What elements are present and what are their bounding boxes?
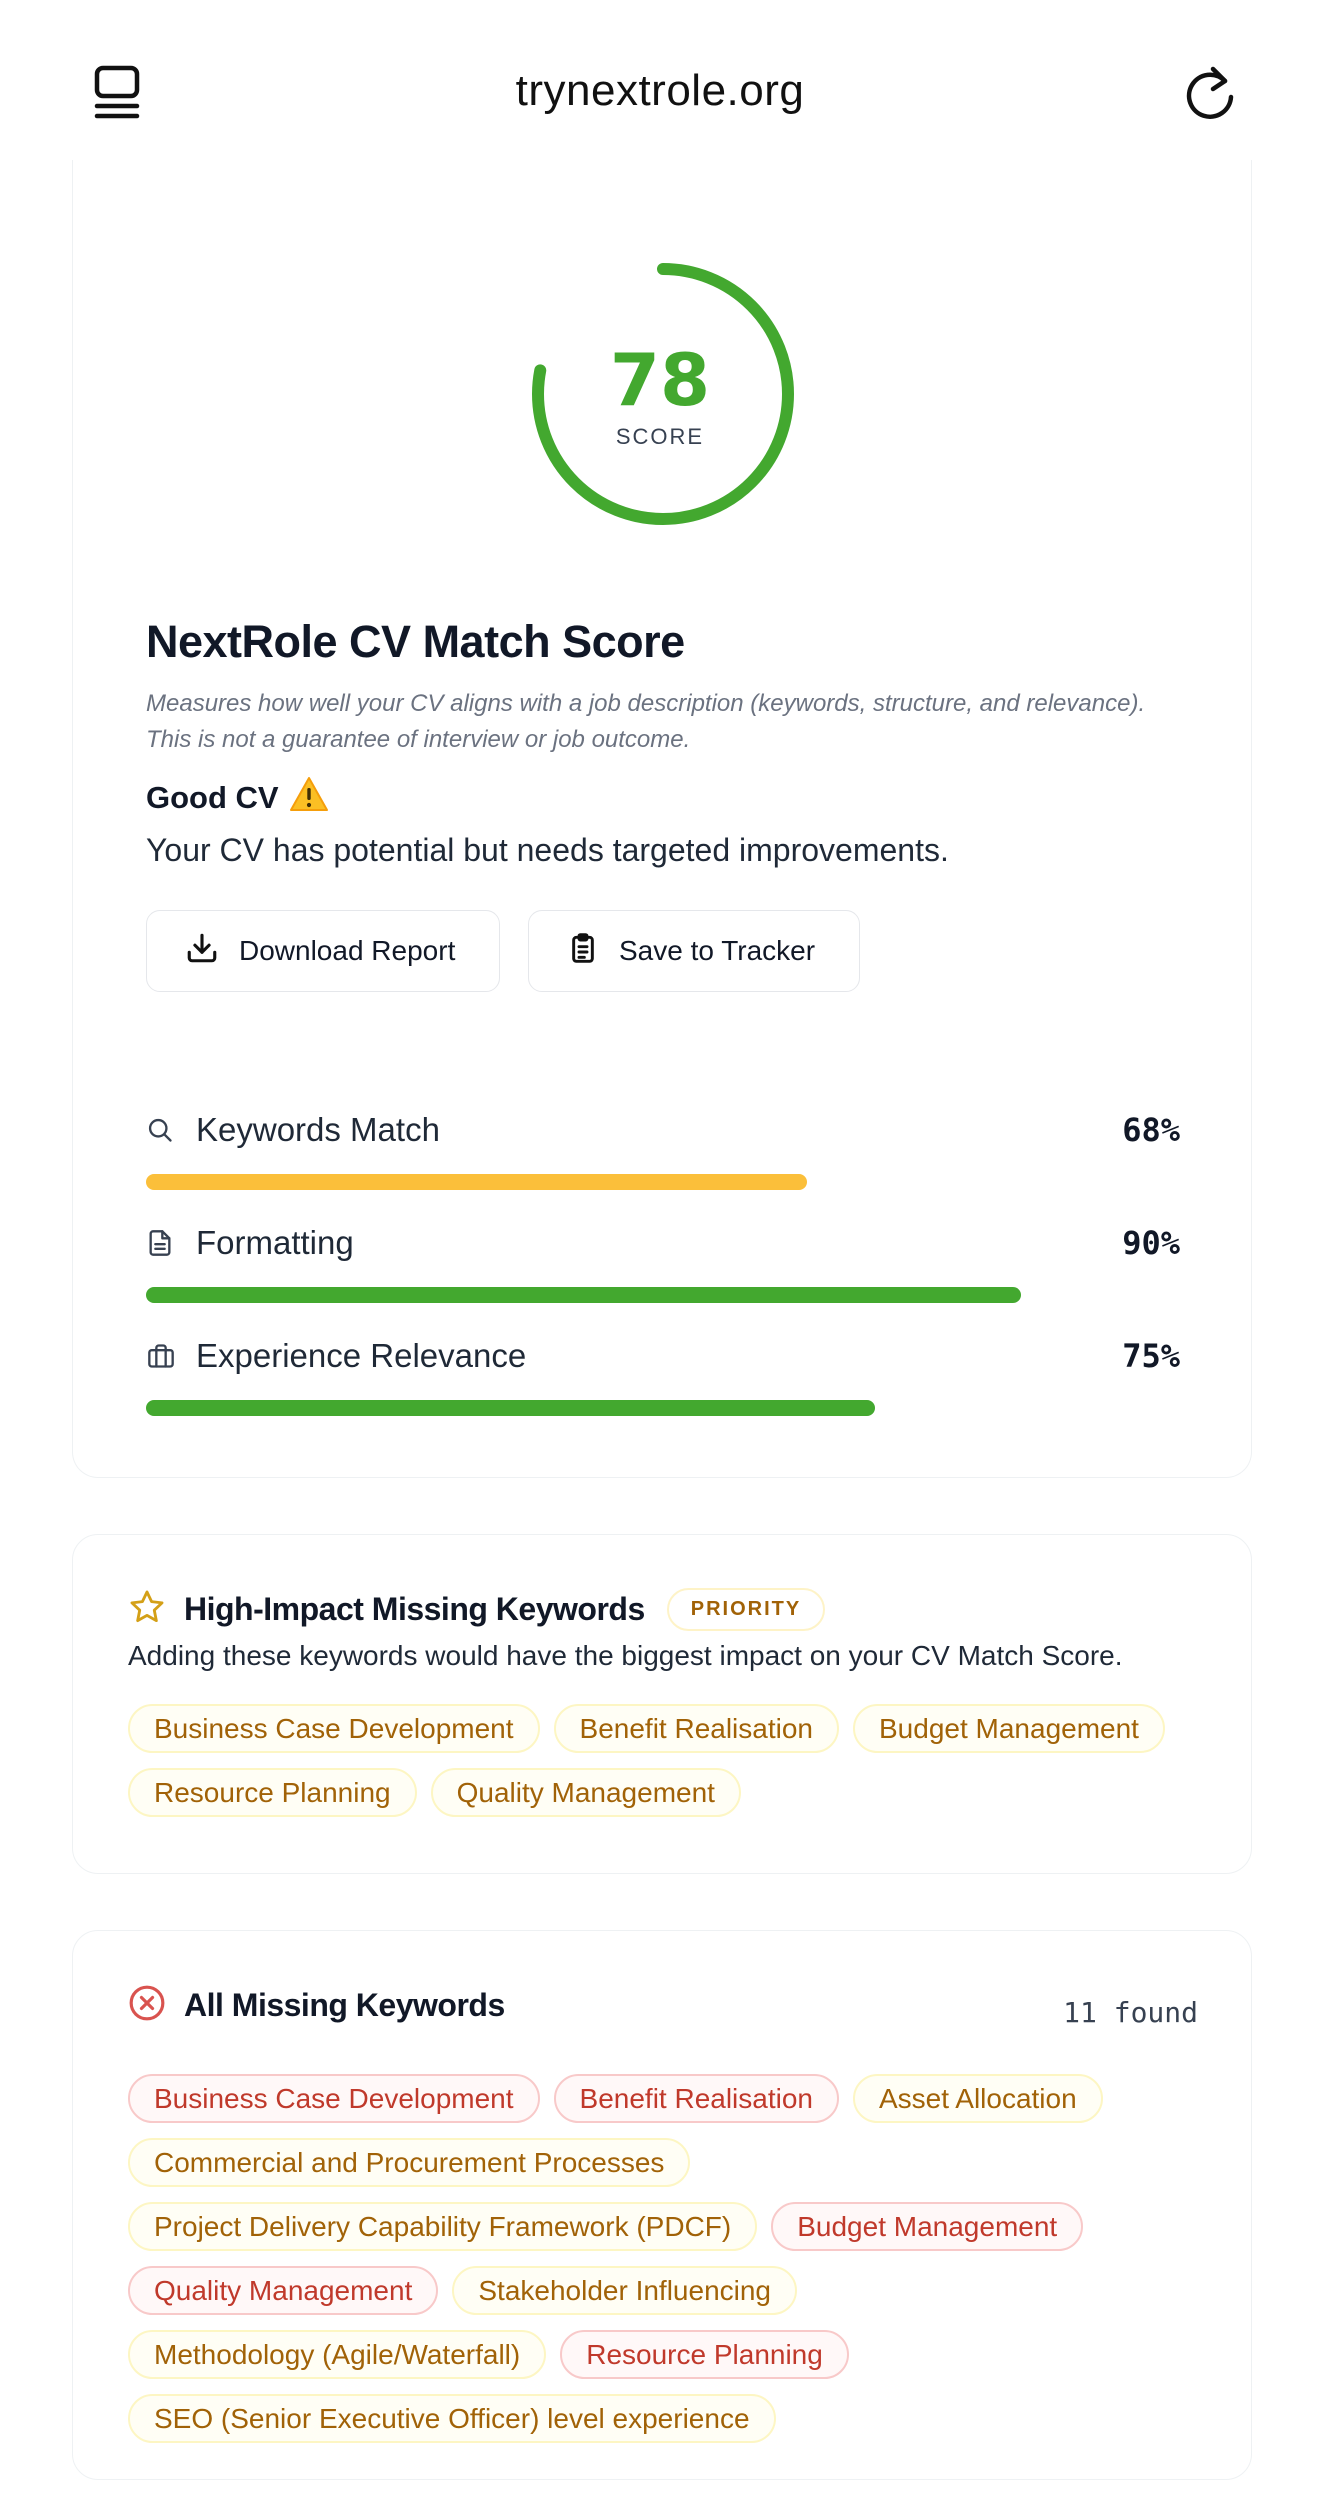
high-impact-description: Adding these keywords would have the big… (128, 1640, 1123, 1671)
keyword-chip: Benefit Realisation (553, 2074, 839, 2123)
clipboard-icon (567, 931, 599, 972)
keyword-chip: Budget Management (853, 1704, 1165, 1753)
metric-label: Formatting (196, 1224, 354, 1261)
search-icon (146, 1115, 176, 1145)
verdict-text: Good CV (146, 780, 279, 815)
keyword-chip: Commercial and Procurement Processes (128, 2138, 691, 2187)
document-icon (146, 1228, 176, 1258)
metric-percent: 75% (1122, 1337, 1180, 1375)
score-value: 78 (609, 338, 711, 422)
all-missing-title: All Missing Keywords (184, 1987, 505, 2023)
priority-badge: PRIORITY (666, 1588, 826, 1631)
keyword-chip: Resource Planning (560, 2330, 849, 2379)
all-missing-header: All Missing Keywords (128, 1984, 505, 2027)
score-description: Measures how well your CV aligns with a … (146, 690, 1146, 753)
metric-label: Experience Relevance (196, 1337, 527, 1374)
briefcase-icon (146, 1341, 176, 1371)
site-domain: trynextrole.org (515, 66, 805, 115)
metric-percent: 68% (1122, 1111, 1180, 1149)
high-impact-header: High-Impact Missing Keywords PRIORITY (128, 1588, 826, 1631)
keyword-chip: Benefit Realisation (553, 1704, 839, 1753)
star-icon (128, 1588, 166, 1631)
save-to-tracker-label: Save to Tracker (619, 935, 816, 966)
keyword-chip: Stakeholder Influencing (452, 2266, 798, 2315)
all-missing-keyword-list: Business Case Development Benefit Realisa… (128, 2074, 1208, 2443)
save-to-tracker-button[interactable]: Save to Tracker (528, 910, 860, 992)
metric-experience-relevance: Experience Relevance 75% (146, 1334, 1180, 1416)
score-label: SCORE (615, 424, 705, 449)
found-count: 11 found (1063, 1996, 1198, 2029)
warning-icon (289, 776, 329, 820)
download-report-label: Download Report (239, 935, 456, 966)
verdict: Good CV (146, 776, 329, 820)
keyword-chip: SEO (Senior Executive Officer) level exp… (128, 2394, 776, 2443)
metric-bar (146, 1400, 875, 1416)
keyword-chip: Budget Management (771, 2202, 1084, 2251)
metric-percent: 90% (1122, 1224, 1180, 1262)
score-title: NextRole CV Match Score (146, 616, 685, 667)
metric-bar (146, 1174, 807, 1190)
high-impact-keyword-list: Business Case Development Benefit Realisa… (128, 1704, 1208, 1817)
download-icon (185, 931, 219, 972)
metric-formatting: Formatting 90% (146, 1221, 1180, 1303)
x-circle-icon (128, 1984, 166, 2027)
browser-top-bar: trynextrole.org (0, 0, 1320, 186)
metric-bar (146, 1287, 1021, 1303)
keyword-chip: Project Delivery Capability Framework (P… (128, 2202, 758, 2251)
keyword-chip: Resource Planning (128, 1768, 417, 1817)
keyword-chip: Quality Management (128, 2266, 439, 2315)
metric-keywords-match: Keywords Match 68% (146, 1108, 1180, 1190)
download-report-button[interactable]: Download Report (146, 910, 500, 992)
refresh-icon[interactable] (1180, 62, 1240, 122)
verdict-message: Your CV has potential but needs targeted… (146, 832, 949, 868)
high-impact-title: High-Impact Missing Keywords (184, 1591, 645, 1627)
keyword-chip: Quality Management (430, 1768, 741, 1817)
keyword-chip: Asset Allocation (853, 2074, 1103, 2123)
keyword-chip: Methodology (Agile/Waterfall) (128, 2330, 547, 2379)
metric-label: Keywords Match (196, 1111, 440, 1148)
keyword-chip: Business Case Development (128, 2074, 540, 2123)
keyword-chip: Business Case Development (128, 1704, 540, 1753)
